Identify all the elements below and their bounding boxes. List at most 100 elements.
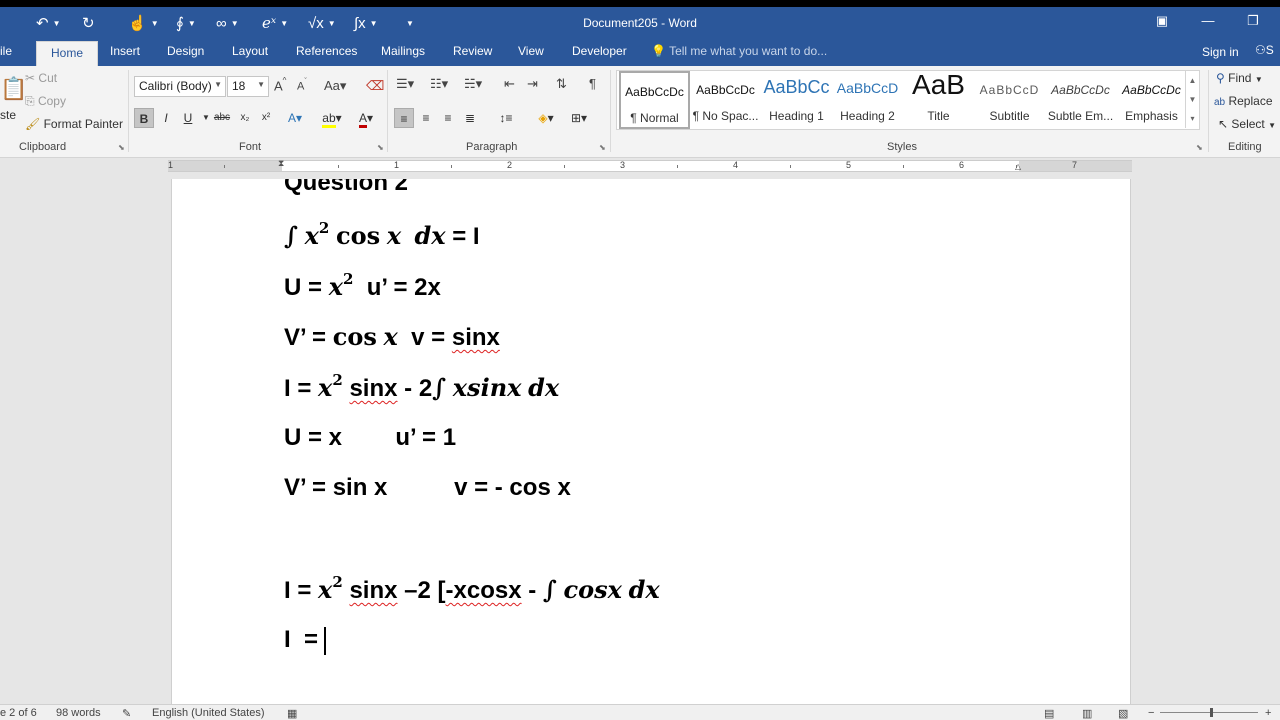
- align-center-button[interactable]: ≡: [416, 108, 436, 128]
- change-case-icon[interactable]: Aa▾: [324, 78, 346, 94]
- doc-line: U = x2 u’ = 2x: [284, 270, 441, 302]
- doc-line: V’ = sin x v = - cos x: [284, 474, 571, 501]
- bullets-icon[interactable]: ☰▾: [396, 76, 414, 92]
- styles-launcher[interactable]: ⬊: [1196, 143, 1203, 152]
- tab-review[interactable]: Review: [453, 44, 492, 58]
- replace-icon: ab: [1214, 97, 1226, 108]
- paste-icon[interactable]: 📋: [0, 76, 27, 102]
- gallery-more[interactable]: ▾: [1185, 109, 1199, 128]
- find-button[interactable]: ⚲ Find ▼: [1216, 71, 1263, 85]
- right-indent-marker[interactable]: △: [1015, 162, 1021, 171]
- highlight-button[interactable]: ab▾: [318, 108, 346, 128]
- tab-insert[interactable]: Insert: [110, 44, 140, 58]
- align-right-button[interactable]: ≡: [438, 108, 458, 128]
- tab-view[interactable]: View: [518, 44, 544, 58]
- font-launcher[interactable]: ⬊: [377, 143, 384, 152]
- left-indent-marker[interactable]: ⧗: [278, 158, 284, 169]
- style-heading-2[interactable]: AaBbCcD Heading 2: [832, 71, 903, 129]
- tab-design[interactable]: Design: [167, 44, 204, 58]
- macro-record-icon[interactable]: ▦: [287, 707, 297, 720]
- proofing-icon[interactable]: ✎: [122, 707, 131, 720]
- tell-me-text: Tell me what you want to do...: [669, 44, 828, 58]
- chevron-down-icon: ▼: [214, 80, 222, 89]
- language-indicator[interactable]: English (United States): [152, 707, 265, 719]
- horizontal-ruler[interactable]: 1 1 2 3 4 5 6 7 ⧗ △: [168, 158, 1132, 172]
- line-spacing-button[interactable]: ↕≡: [492, 108, 520, 128]
- tab-developer[interactable]: Developer: [572, 44, 627, 58]
- document-page[interactable]: Question 2 ∫ x2 cos x dx = I U = x2 u’ =…: [171, 179, 1131, 720]
- borders-button[interactable]: ⊞▾: [565, 108, 593, 128]
- replace-button[interactable]: ab Replace: [1214, 94, 1273, 108]
- select-button[interactable]: ↖ Select ▼: [1218, 117, 1276, 131]
- tab-layout[interactable]: Layout: [232, 44, 268, 58]
- shrink-font-icon[interactable]: Aˇ: [297, 78, 307, 93]
- clear-formatting-icon[interactable]: ⌫: [366, 78, 384, 94]
- ribbon-display-button[interactable]: ▣: [1147, 13, 1177, 33]
- grow-font-icon[interactable]: A^: [274, 76, 286, 93]
- superscript-button[interactable]: x²: [256, 108, 276, 128]
- page-count[interactable]: e 2 of 6: [0, 707, 37, 719]
- zoom-slider-thumb[interactable]: [1210, 708, 1213, 717]
- numbering-icon[interactable]: ☷▾: [430, 76, 448, 92]
- tab-file[interactable]: ile: [0, 44, 12, 58]
- ruler-tick: [451, 165, 452, 168]
- chevron-down-icon: ▼: [202, 113, 210, 122]
- style-title[interactable]: AaB Title: [903, 69, 974, 129]
- paste-label[interactable]: ste: [0, 108, 16, 122]
- share-button[interactable]: ⚇S: [1255, 43, 1274, 57]
- word-count[interactable]: 98 words: [56, 707, 101, 719]
- style-preview: AaBbCcD: [979, 83, 1040, 97]
- sort-icon[interactable]: ⇅: [556, 76, 567, 92]
- minimize-button[interactable]: —: [1193, 13, 1223, 33]
- increase-indent-icon[interactable]: ⇥: [527, 76, 538, 92]
- tab-home[interactable]: Home: [36, 41, 99, 66]
- style-preview: AaBbCcDc: [696, 83, 755, 97]
- style-heading-1[interactable]: AaBbCc Heading 1: [761, 71, 832, 129]
- multilevel-list-icon[interactable]: ☵▾: [464, 76, 482, 92]
- zoom-in-icon[interactable]: +: [1265, 707, 1271, 719]
- style-no-spacing[interactable]: AaBbCcDc ¶ No Spac...: [690, 71, 761, 129]
- zoom-out-icon[interactable]: −: [1148, 707, 1154, 719]
- align-left-button[interactable]: ≡: [394, 108, 414, 128]
- font-size-combo[interactable]: 18 ▼: [227, 76, 269, 97]
- format-painter-button[interactable]: 🖌 Format Painter: [25, 117, 123, 131]
- tab-mailings[interactable]: Mailings: [381, 44, 425, 58]
- style-subtle-emphasis[interactable]: AaBbCcDc Subtle Em...: [1045, 71, 1116, 129]
- copy-icon: ⎘: [25, 94, 35, 108]
- underline-button[interactable]: U: [178, 108, 198, 128]
- tab-references[interactable]: References: [296, 44, 357, 58]
- style-normal[interactable]: AaBbCcDc ¶ Normal: [619, 71, 690, 129]
- style-emphasis[interactable]: AaBbCcDc Emphasis: [1116, 71, 1187, 129]
- decrease-indent-icon[interactable]: ⇤: [504, 76, 515, 92]
- cut-button[interactable]: ✂ Cut: [25, 71, 57, 85]
- bold-button[interactable]: B: [134, 108, 154, 128]
- restore-button[interactable]: ❐: [1238, 13, 1268, 33]
- spell-error-text: sinx: [349, 577, 398, 604]
- sign-in-link[interactable]: Sign in: [1202, 45, 1239, 59]
- paragraph-launcher[interactable]: ⬊: [599, 143, 606, 152]
- text-effects-button[interactable]: A▾: [285, 108, 305, 128]
- print-layout-icon[interactable]: ▥: [1082, 707, 1092, 720]
- justify-button[interactable]: ≣: [460, 108, 480, 128]
- doc-text: = I: [452, 223, 480, 250]
- ruler-number: 3: [620, 160, 626, 170]
- gallery-scroll-up[interactable]: ▲: [1185, 71, 1199, 90]
- copy-button[interactable]: ⎘ Copy: [25, 94, 66, 109]
- style-subtitle[interactable]: AaBbCcD Subtitle: [974, 71, 1045, 129]
- read-mode-icon[interactable]: ▤: [1044, 707, 1054, 720]
- font-name-combo[interactable]: Calibri (Body) ▼: [134, 76, 226, 97]
- web-layout-icon[interactable]: ▧: [1118, 707, 1128, 720]
- clipboard-launcher[interactable]: ⬊: [118, 143, 125, 152]
- font-color-button[interactable]: A▾: [352, 108, 380, 128]
- gallery-scroll-down[interactable]: ▼: [1185, 90, 1199, 109]
- strikethrough-button[interactable]: abc: [212, 108, 232, 128]
- style-label: Subtitle: [989, 109, 1030, 123]
- doc-text: –2 [: [397, 577, 446, 604]
- italic-button[interactable]: I: [156, 108, 176, 128]
- tell-me-box[interactable]: 💡 Tell me what you want to do...: [651, 44, 827, 58]
- font-group-label: Font: [239, 141, 262, 153]
- shading-button[interactable]: ◈▾: [532, 108, 560, 128]
- zoom-slider[interactable]: [1160, 712, 1258, 713]
- pilcrow-icon[interactable]: ¶: [589, 76, 596, 91]
- subscript-button[interactable]: x₂: [235, 108, 255, 128]
